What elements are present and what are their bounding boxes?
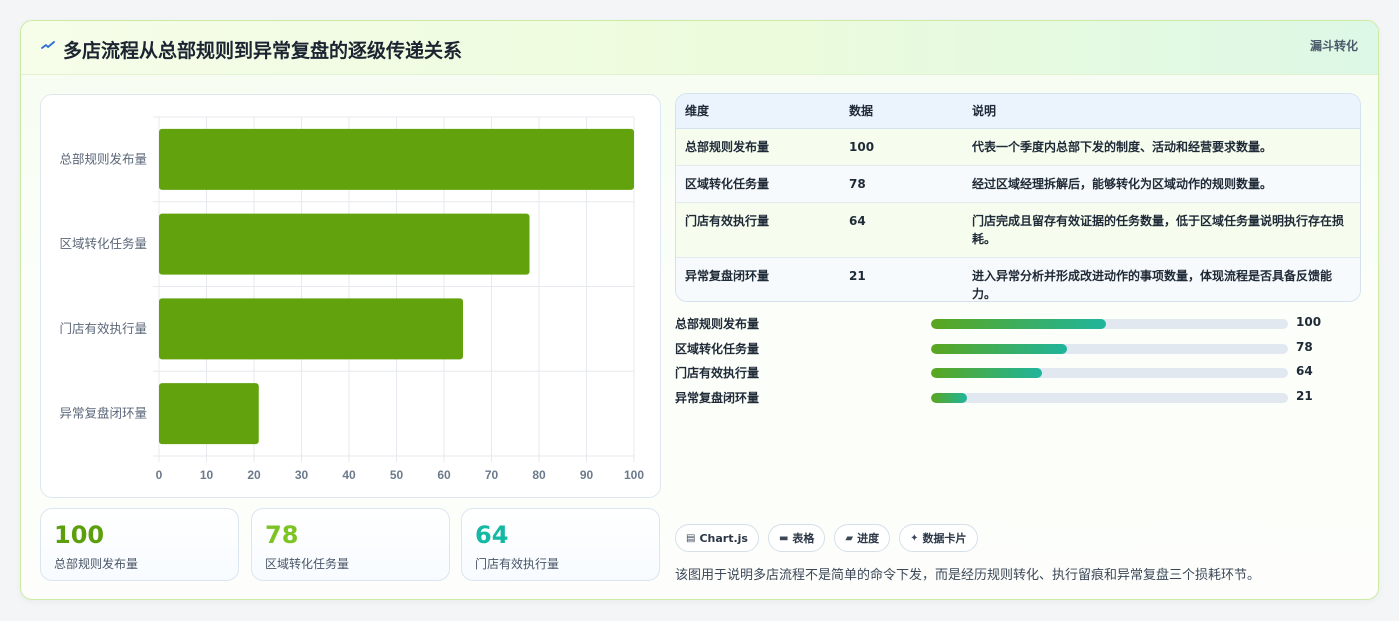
lightning-icon	[41, 41, 55, 49]
bar-chart: 0 10 20 30 40 50 60 70 80 90 100 总部规则发布量区域转化任务量门店有效…	[59, 116, 644, 482]
x-tick-label: 0	[156, 468, 163, 482]
stat-value: 64	[475, 521, 509, 549]
x-tick-label: 80	[532, 468, 546, 482]
cell-value: 78	[840, 165, 963, 203]
y-tick-label: 门店有效执行量	[59, 321, 147, 336]
progress-value: 64	[1296, 364, 1313, 379]
column-header-dimension: 维度	[676, 94, 840, 129]
data-table: 维度 数据 说明 总部规则发布量 100 代表一个季度内总部下发的制度、活动和经…	[675, 93, 1361, 302]
bar	[159, 128, 634, 190]
stat-card-region: 78 区域转化任务量	[251, 508, 450, 581]
x-tick-label: 20	[247, 468, 261, 482]
funnel-card: 多店流程从总部规则到异常复盘的逐级传递关系 漏斗转化 0 10 20 30 40 50 60…	[20, 20, 1379, 600]
table-header-row: 维度 数据 说明	[676, 94, 1360, 129]
progress-label: 总部规则发布量	[675, 317, 760, 331]
cell-value: 100	[840, 128, 963, 166]
y-tick-label: 区域转化任务量	[59, 236, 147, 251]
progress-label: 异常复盘闭环量	[675, 391, 760, 406]
x-tick-label: 90	[580, 468, 594, 482]
column-header-note: 说明	[963, 94, 1360, 129]
chip-label: 进度	[857, 532, 880, 545]
chip-label: 表格	[792, 532, 815, 545]
stat-label: 区域转化任务量	[265, 557, 350, 571]
x-tick-label: 70	[485, 468, 499, 482]
chart-type-tag: 漏斗转化	[1309, 39, 1358, 53]
progress-row: 门店有效执行量 64	[675, 363, 1361, 388]
bar	[159, 383, 259, 445]
progress-row: 区域转化任务量 78	[675, 339, 1361, 364]
progress-icon: ▰	[845, 532, 854, 544]
progress-fill	[931, 319, 1106, 329]
x-tick-label: 60	[437, 468, 451, 482]
cell-note: 进入异常分析并形成改进动作的事项数量，体现流程是否具备反馈能力。	[963, 257, 1360, 301]
progress-fill	[931, 393, 967, 404]
progress-track	[931, 368, 1288, 379]
progress-track	[931, 319, 1288, 329]
progress-value: 78	[1296, 339, 1313, 354]
stat-card-store: 64 门店有效执行量	[461, 508, 660, 581]
column-header-data: 数据	[840, 94, 963, 129]
progress-value: 100	[1296, 315, 1322, 329]
page-title: 多店流程从总部规则到异常复盘的逐级传递关系	[63, 40, 463, 62]
bar	[159, 298, 463, 360]
card-header: 多店流程从总部规则到异常复盘的逐级传递关系 漏斗转化	[21, 21, 1378, 75]
x-tick-label: 100	[624, 468, 644, 482]
table-row: 总部规则发布量 100 代表一个季度内总部下发的制度、活动和经营要求数量。	[676, 128, 1360, 166]
progress-row: 总部规则发布量 100	[675, 314, 1361, 339]
cell-dimension: 总部规则发布量	[676, 128, 840, 166]
cell-dimension: 区域转化任务量	[676, 165, 840, 203]
y-tick-label: 总部规则发布量	[59, 151, 147, 166]
chart-description: 该图用于说明多店流程不是简单的命令下发，而是经历规则转化、执行留痕和异常复盘三个…	[675, 568, 1261, 583]
progress-label: 门店有效执行量	[675, 366, 760, 381]
progress-fill	[931, 368, 1042, 379]
cell-note: 门店完成且留存有效证据的任务数量，低于区域任务量说明执行存在损耗。	[963, 202, 1360, 258]
progress-track	[931, 393, 1288, 404]
table-row: 区域转化任务量 78 经过区域经理拆解后，能够转化为区域动作的规则数量。	[676, 165, 1360, 203]
table-icon: ▬	[778, 532, 789, 544]
stat-value: 78	[265, 521, 299, 549]
stat-value: 100	[54, 521, 105, 549]
chip-table[interactable]: ▬ 表格	[767, 524, 826, 552]
progress-label: 区域转化任务量	[675, 341, 760, 356]
cell-dimension: 异常复盘闭环量	[676, 257, 840, 301]
cell-note: 经过区域经理拆解后，能够转化为区域动作的规则数量。	[963, 165, 1360, 203]
x-tick-label: 10	[200, 468, 214, 482]
progress-value: 21	[1296, 389, 1313, 404]
cell-note: 代表一个季度内总部下发的制度、活动和经营要求数量。	[963, 128, 1360, 166]
bar-chart-panel: 0 10 20 30 40 50 60 70 80 90 100 总部规则发布量 区域转化任务量 门店有效…	[40, 94, 661, 498]
chip-label: 数据卡片	[922, 532, 967, 545]
table-row: 异常复盘闭环量 21 进入异常分析并形成改进动作的事项数量，体现流程是否具备反馈…	[676, 257, 1360, 301]
progress-fill	[931, 343, 1067, 354]
x-tick-label: 50	[390, 468, 404, 482]
chip-chartjs[interactable]: ▤ Chart.js	[675, 524, 759, 552]
progress-track	[931, 343, 1288, 354]
x-tick-label: 30	[295, 468, 309, 482]
chip-label: Chart.js	[699, 531, 748, 545]
sparkle-icon: ✦	[910, 532, 919, 544]
progress-list: 总部规则发布量 100 区域转化任务量 78 门店有效执行量 64 异常复盘闭环…	[675, 314, 1361, 413]
cell-value: 21	[840, 257, 963, 301]
stat-card-hq: 100 总部规则发布量	[40, 508, 239, 581]
bar	[159, 213, 530, 275]
table-row: 门店有效执行量 64 门店完成且留存有效证据的任务数量，低于区域任务量说明执行存…	[676, 202, 1360, 258]
progress-row: 异常复盘闭环量 21	[675, 388, 1361, 413]
chip-progress[interactable]: ▰ 进度	[834, 524, 891, 552]
cell-value: 64	[840, 202, 963, 258]
chip-data-cards[interactable]: ✦ 数据卡片	[899, 524, 978, 552]
stat-label: 门店有效执行量	[475, 557, 560, 571]
chart-icon: ▤	[686, 532, 696, 544]
cell-dimension: 门店有效执行量	[676, 202, 840, 258]
x-tick-label: 40	[342, 468, 356, 482]
chip-group: ▤ Chart.js ▬ 表格 ▰ 进度 ✦ 数据卡片	[675, 524, 978, 552]
stat-label: 总部规则发布量	[54, 557, 139, 571]
y-tick-label: 异常复盘闭环量	[59, 406, 147, 421]
